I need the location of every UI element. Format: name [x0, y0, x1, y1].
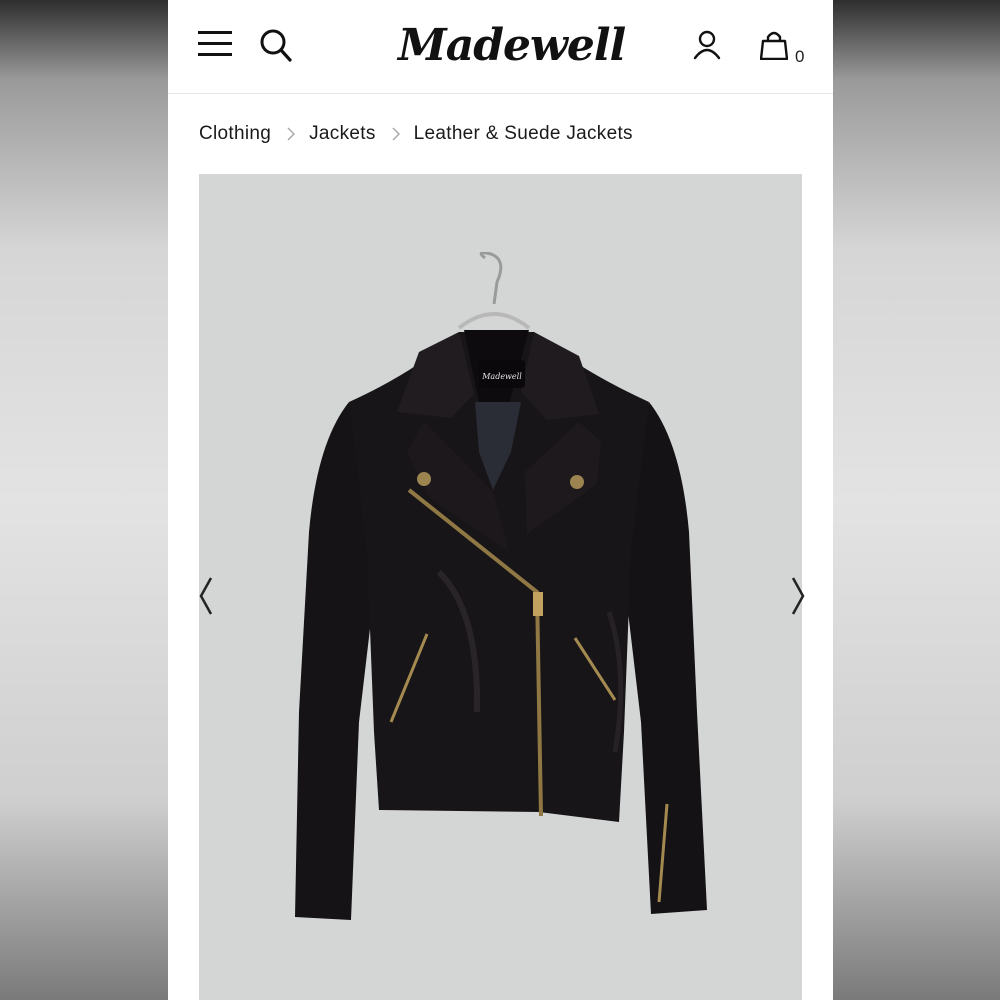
- breadcrumb: Clothing Jackets Leather & Suede Jackets: [199, 120, 633, 148]
- brand-logo[interactable]: Madewell: [398, 16, 626, 76]
- background-blur-left: [0, 0, 168, 1000]
- site-header: Madewell 0: [168, 0, 833, 94]
- black-leather-moto-jacket-image: Madewell: [295, 252, 707, 920]
- bag-count-badge: 0: [795, 47, 805, 66]
- background-blur-right: [832, 0, 1000, 1000]
- chevron-right-icon[interactable]: [789, 576, 805, 616]
- breadcrumb-leather-suede-jackets[interactable]: Leather & Suede Jackets: [414, 123, 633, 145]
- jacket-label-text: Madewell: [481, 372, 522, 381]
- chevron-right-icon: [287, 127, 296, 141]
- chevron-left-icon[interactable]: [199, 576, 215, 616]
- user-icon[interactable]: [693, 30, 721, 60]
- search-icon[interactable]: [260, 28, 292, 62]
- breadcrumb-clothing[interactable]: Clothing: [199, 123, 271, 145]
- mobile-screen: Madewell 0 Clothing Jackets Leather & Su…: [168, 0, 833, 1000]
- breadcrumb-jackets[interactable]: Jackets: [309, 123, 376, 145]
- hamburger-menu-icon[interactable]: [198, 30, 232, 58]
- product-image-carousel[interactable]: Madewell: [199, 174, 805, 1000]
- shopping-bag-icon[interactable]: [760, 30, 788, 60]
- chevron-right-icon: [392, 127, 400, 141]
